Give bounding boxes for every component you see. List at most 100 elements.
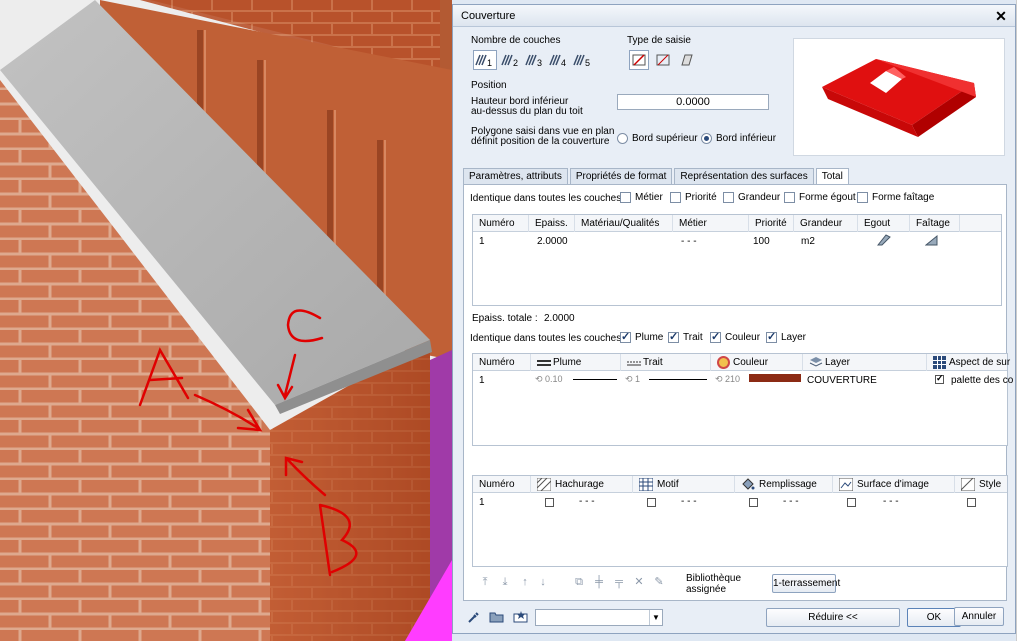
checkbox-trait[interactable]: Trait — [668, 330, 703, 343]
plume-value[interactable]: ⟲ 0.10 — [535, 374, 563, 385]
position-label: Position — [471, 80, 507, 91]
plume-icon — [537, 358, 551, 371]
trait-icon — [627, 358, 641, 371]
layers-4-icon: 4 — [549, 54, 566, 67]
layer-stack-icon — [809, 356, 823, 372]
reduire-button[interactable]: Réduire << — [766, 608, 900, 627]
hauteur-input[interactable]: 0.0000 — [617, 94, 769, 110]
3d-scene — [0, 0, 452, 641]
col-faitage[interactable]: Faîtage — [910, 215, 960, 232]
aspect-checkbox[interactable] — [935, 373, 944, 384]
split-layer-icon[interactable]: ⧉ — [572, 575, 586, 589]
checkbox-forme-egout[interactable]: Forme égout — [784, 192, 856, 203]
layers-3-button[interactable]: 3 — [524, 50, 546, 70]
roof-preview-image — [822, 59, 976, 137]
favorites-combo[interactable]: ▼ — [535, 609, 663, 626]
checkbox-priorite[interactable]: Priorité — [670, 192, 717, 203]
layers-3-icon: 3 — [525, 54, 542, 67]
svg-text:5: 5 — [585, 58, 590, 67]
layers-1-button[interactable]: 1 — [473, 50, 497, 70]
surface-table-header: Numéro Hachurage Motif Remplissage Surfa… — [473, 476, 1007, 493]
col-metier[interactable]: Métier — [673, 215, 749, 232]
remplissage-bucket-icon — [741, 478, 755, 494]
motif-checkbox[interactable] — [647, 498, 656, 507]
svg-text:2: 2 — [513, 58, 518, 67]
dialog-titlebar[interactable]: Couverture ✕ — [453, 5, 1015, 27]
bibliotheque-button[interactable]: 1-terrassement — [772, 574, 840, 593]
couleur-wheel-icon — [717, 356, 730, 372]
bibliotheque-label-2: assignée — [686, 584, 727, 595]
folder-open-icon[interactable] — [489, 610, 505, 627]
tab-parametres[interactable]: Paramètres, attributs — [463, 168, 568, 184]
plume-table: Numéro Plume Trait Couleur Layer Aspect … — [472, 353, 1013, 446]
remplissage-checkbox[interactable] — [749, 498, 758, 507]
col-numero[interactable]: Numéro — [473, 354, 531, 371]
col-grandeur[interactable]: Grandeur — [794, 215, 858, 232]
couverture-dialog: Couverture ✕ Nombre de couches 1 2 3 4 5… — [452, 4, 1016, 634]
tab-total[interactable]: Total — [815, 168, 849, 185]
col-materiau[interactable]: Matériau/Qualités — [575, 215, 673, 232]
col-egout[interactable]: Egout — [858, 215, 910, 232]
delete-layer-icon[interactable]: ✕ — [632, 575, 646, 589]
layers-2-icon: 2 — [501, 54, 518, 67]
entry-type-c-button[interactable] — [677, 50, 697, 70]
trait-value[interactable]: ⟲ 1 — [625, 374, 640, 385]
radio-bord-inferieur[interactable]: Bord inférieur — [701, 133, 776, 144]
favorites-icon[interactable] — [513, 610, 529, 627]
edit-layer-icon[interactable]: ✎ — [652, 575, 666, 589]
move-top-icon[interactable]: ⤒ — [478, 575, 492, 589]
faitage-shape-icon[interactable] — [924, 234, 939, 249]
layers-2-button[interactable]: 2 — [500, 50, 522, 70]
move-down-icon[interactable]: ↓ — [536, 575, 550, 589]
3d-viewport[interactable] — [0, 0, 452, 641]
entry-type-c-icon — [681, 54, 693, 66]
hauteur-label-2: au-dessus du plan du toit — [471, 106, 583, 117]
type-saisie-label: Type de saisie — [627, 35, 691, 46]
checkbox-couleur[interactable]: Couleur — [710, 330, 760, 343]
surface-image-checkbox[interactable] — [847, 498, 856, 507]
checkbox-plume[interactable]: Plume — [620, 330, 663, 343]
close-icon[interactable]: ✕ — [993, 8, 1009, 24]
svg-text:1: 1 — [487, 58, 492, 67]
col-epaiss[interactable]: Epaiss. — [529, 215, 575, 232]
trait-line-preview — [649, 379, 707, 380]
background-drawing-strip — [1016, 0, 1024, 641]
layers-4-button[interactable]: 4 — [548, 50, 570, 70]
col-numero[interactable]: Numéro — [473, 215, 529, 232]
tab-representation-surfaces[interactable]: Représentation des surfaces — [674, 168, 814, 184]
couleur-value[interactable]: ⟲ 210 — [715, 374, 740, 385]
plume-table-header: Numéro Plume Trait Couleur Layer Aspect … — [473, 354, 1010, 372]
checkbox-metier[interactable]: Métier — [620, 192, 663, 203]
move-bottom-icon[interactable]: ⤓ — [498, 575, 512, 589]
checkbox-layer[interactable]: Layer — [766, 330, 806, 343]
add-layer-icon[interactable]: ╤ — [612, 575, 626, 589]
style-checkbox[interactable] — [967, 498, 976, 507]
couleur-swatch — [749, 374, 801, 382]
layers-5-icon: 5 — [573, 54, 590, 67]
layer-value[interactable]: COUVERTURE — [807, 375, 877, 387]
entry-type-b-button[interactable] — [653, 50, 673, 70]
polygone-label-2: définit position de la couverture — [471, 136, 610, 147]
entry-type-a-icon — [632, 54, 646, 66]
entry-type-a-button[interactable] — [629, 50, 649, 70]
col-numero[interactable]: Numéro — [473, 476, 531, 493]
couches-table: Numéro Epaiss. Matériau/Qualités Métier … — [472, 214, 1002, 306]
radio-bord-superieur[interactable]: Bord supérieur — [617, 133, 698, 144]
checkbox-forme-faitage[interactable]: Forme faîtage — [857, 192, 934, 203]
hachurage-icon — [536, 477, 552, 494]
annuler-button[interactable]: Annuler — [954, 607, 1004, 626]
checkbox-grandeur[interactable]: Grandeur — [723, 192, 780, 203]
identique-label-2: Identique dans toutes les couches : — [470, 333, 627, 344]
tab-panel-total: Identique dans toutes les couches : Méti… — [463, 184, 1013, 601]
insert-layer-icon[interactable]: ╪ — [592, 575, 606, 589]
eyedropper-icon[interactable] — [467, 610, 481, 627]
tab-bar: Paramètres, attributs Propriétés de form… — [463, 168, 849, 185]
hachurage-checkbox[interactable] — [545, 498, 554, 507]
tab-proprietes-format[interactable]: Propriétés de format — [569, 168, 673, 184]
layers-5-button[interactable]: 5 — [572, 50, 594, 70]
ok-button[interactable]: OK — [907, 608, 961, 627]
egout-shape-icon[interactable] — [876, 234, 891, 249]
bibliotheque-label-1: Bibliothèque — [686, 573, 742, 584]
move-up-icon[interactable]: ↑ — [518, 575, 532, 589]
col-priorite[interactable]: Priorité — [749, 215, 794, 232]
